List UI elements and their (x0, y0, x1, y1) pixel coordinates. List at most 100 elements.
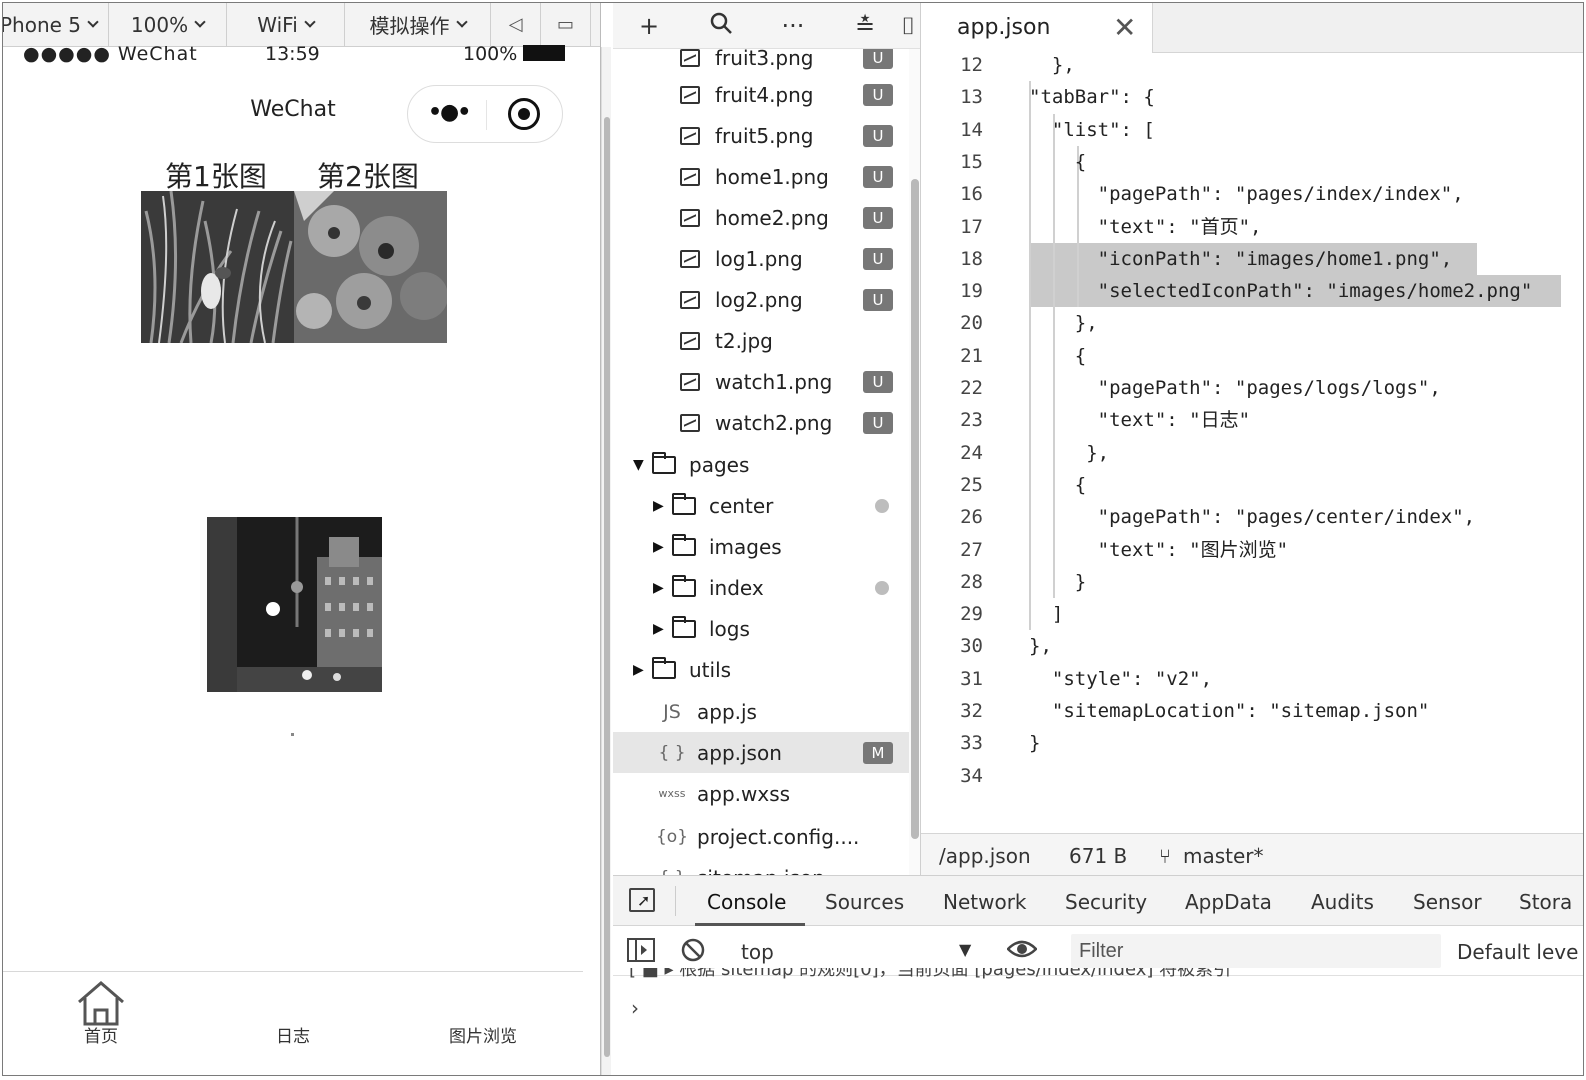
file-item[interactable]: watch1.png U (613, 361, 909, 402)
folder-logs[interactable]: ▶ logs (613, 608, 909, 649)
tab-storage[interactable]: Stora (1519, 890, 1572, 914)
code-text: "text": "首页", (1029, 215, 1262, 238)
tab-console[interactable]: Console (707, 890, 786, 914)
tab-home[interactable]: 首页 (51, 1022, 151, 1047)
line-number: 31 (960, 667, 983, 690)
window-icon[interactable]: ▭ (541, 3, 591, 47)
operation-select[interactable]: 模拟操作 (345, 3, 491, 47)
file-item[interactable]: fruit5.png U (613, 115, 909, 156)
file-item[interactable]: home1.png U (613, 156, 909, 197)
zoom-select[interactable]: 100% (109, 3, 227, 47)
line-number: 13 (960, 86, 983, 109)
file-project-config[interactable]: {o} project.config.... (613, 816, 909, 857)
network-select[interactable]: WiFi (227, 3, 345, 47)
js-file-icon: JS (663, 700, 681, 723)
modified-dot (875, 498, 889, 513)
file-item[interactable]: log2.png U (613, 279, 909, 320)
folder-icon (671, 615, 697, 638)
code-line: 19 "selectedIconPath": "images/home2.png… (921, 275, 1583, 307)
git-branch[interactable]: master* (1183, 844, 1264, 868)
ide-window: Phone 5 100% WiFi 模拟操作 ◁ ▭ ●●●●● WeChat … (2, 2, 1584, 1076)
tab-sensor[interactable]: Sensor (1413, 890, 1482, 914)
file-path: /app.json (939, 844, 1031, 868)
code-line: 24 }, (921, 437, 1583, 469)
search-icon[interactable] (685, 11, 757, 41)
log-levels-select[interactable]: Default leve (1457, 940, 1578, 964)
collapsed-arrow-icon: ▶ (653, 538, 664, 555)
file-app-wxss[interactable]: wxss app.wxss (613, 773, 909, 814)
code-text: }, (1029, 54, 1075, 76)
filter-field[interactable] (1071, 934, 1441, 968)
file-name: fruit4.png (715, 82, 814, 107)
code-line: 26 "pagePath": "pages/center/index", (921, 501, 1583, 533)
folder-name: logs (709, 616, 750, 641)
file-app-json[interactable]: { } app.json M (613, 732, 909, 773)
collapsed-arrow-icon: ▶ (653, 620, 664, 637)
line-number: 25 (960, 473, 983, 496)
code-text: "iconPath": "images/home1.png", (1029, 247, 1453, 270)
capsule-divider (486, 100, 487, 130)
eye-icon[interactable] (1006, 938, 1038, 964)
more-dots-icon[interactable]: •●• (428, 100, 471, 125)
code-line: 25 { (921, 469, 1583, 501)
line-number: 12 (960, 54, 983, 76)
console-prompt[interactable]: › (631, 996, 639, 1020)
tab-logs[interactable]: 日志 (243, 1022, 343, 1047)
divider (675, 886, 676, 916)
close-target-icon[interactable] (508, 98, 540, 130)
code-text: }, (1029, 635, 1052, 658)
tab-network[interactable]: Network (943, 890, 1027, 914)
sidebar-toggle-icon[interactable] (627, 938, 655, 966)
file-item[interactable]: log1.png U (613, 238, 909, 279)
filter-input[interactable] (1071, 934, 1441, 968)
plus-icon[interactable]: + (613, 12, 685, 40)
photo-flowers (294, 191, 447, 343)
file-item[interactable]: watch2.png U (613, 402, 909, 443)
code-text: }, (1029, 441, 1110, 464)
folder-open-icon (651, 451, 677, 474)
scrollbar-thumb[interactable] (911, 179, 919, 839)
folder-utils[interactable]: ▶ utils (613, 649, 909, 690)
tab-security[interactable]: Security (1065, 890, 1147, 914)
split-icon[interactable]: ⌷ (901, 12, 920, 40)
collapse-icon[interactable]: ≛ (829, 12, 901, 40)
clear-console-icon[interactable] (681, 938, 705, 966)
code-line: 16 "pagePath": "pages/index/index", (921, 178, 1583, 210)
file-sitemap-json[interactable]: { } sitemap.json (613, 857, 909, 876)
collapsed-arrow-icon: ▶ (653, 497, 664, 514)
dropdown-arrow-icon[interactable]: ▼ (959, 940, 971, 959)
tiny-dot (291, 733, 294, 736)
image-file-icon (677, 331, 703, 350)
git-branch-icon[interactable]: ⑂ (1159, 844, 1171, 868)
device-select[interactable]: Phone 5 (3, 3, 109, 47)
tab-audits[interactable]: Audits (1311, 890, 1374, 914)
image-file-icon (677, 413, 703, 432)
tab-sources[interactable]: Sources (825, 890, 904, 914)
simulator-scrollbar[interactable] (601, 47, 611, 1075)
inspect-element-icon[interactable] (629, 888, 655, 912)
tab-appdata[interactable]: AppData (1185, 890, 1272, 914)
capsule-menu[interactable]: •●• (407, 85, 563, 143)
context-select[interactable]: top (741, 940, 774, 964)
folder-index[interactable]: ▶ index (613, 567, 909, 608)
tab-app-json[interactable]: app.json ✕ (921, 3, 1153, 53)
file-explorer: + ··· ≛ ⌷ fruit3.png U fruit4.png U fruit5… (613, 3, 921, 875)
operation-label: 模拟操作 (369, 14, 450, 38)
file-item[interactable]: fruit4.png U (613, 74, 909, 115)
file-item[interactable]: t2.jpg (613, 320, 909, 361)
explorer-scrollbar[interactable] (909, 49, 920, 875)
scrollbar-thumb[interactable] (604, 117, 610, 1057)
line-number: 33 (960, 732, 983, 755)
folder-center[interactable]: ▶ center (613, 485, 909, 526)
folder-pages[interactable]: ▼ pages (613, 444, 909, 485)
file-item[interactable]: home2.png U (613, 197, 909, 238)
config-file-icon: {o} (655, 826, 689, 847)
file-app-js[interactable]: JS app.js (613, 691, 909, 732)
close-icon[interactable]: ✕ (1113, 11, 1136, 44)
volume-icon[interactable]: ◁ (491, 3, 541, 47)
tab-gallery[interactable]: 图片浏览 (433, 1022, 533, 1047)
more-icon[interactable]: ··· (757, 12, 829, 40)
line-number: 26 (960, 506, 983, 529)
line-number: 14 (960, 118, 983, 141)
folder-images[interactable]: ▶ images (613, 526, 909, 567)
